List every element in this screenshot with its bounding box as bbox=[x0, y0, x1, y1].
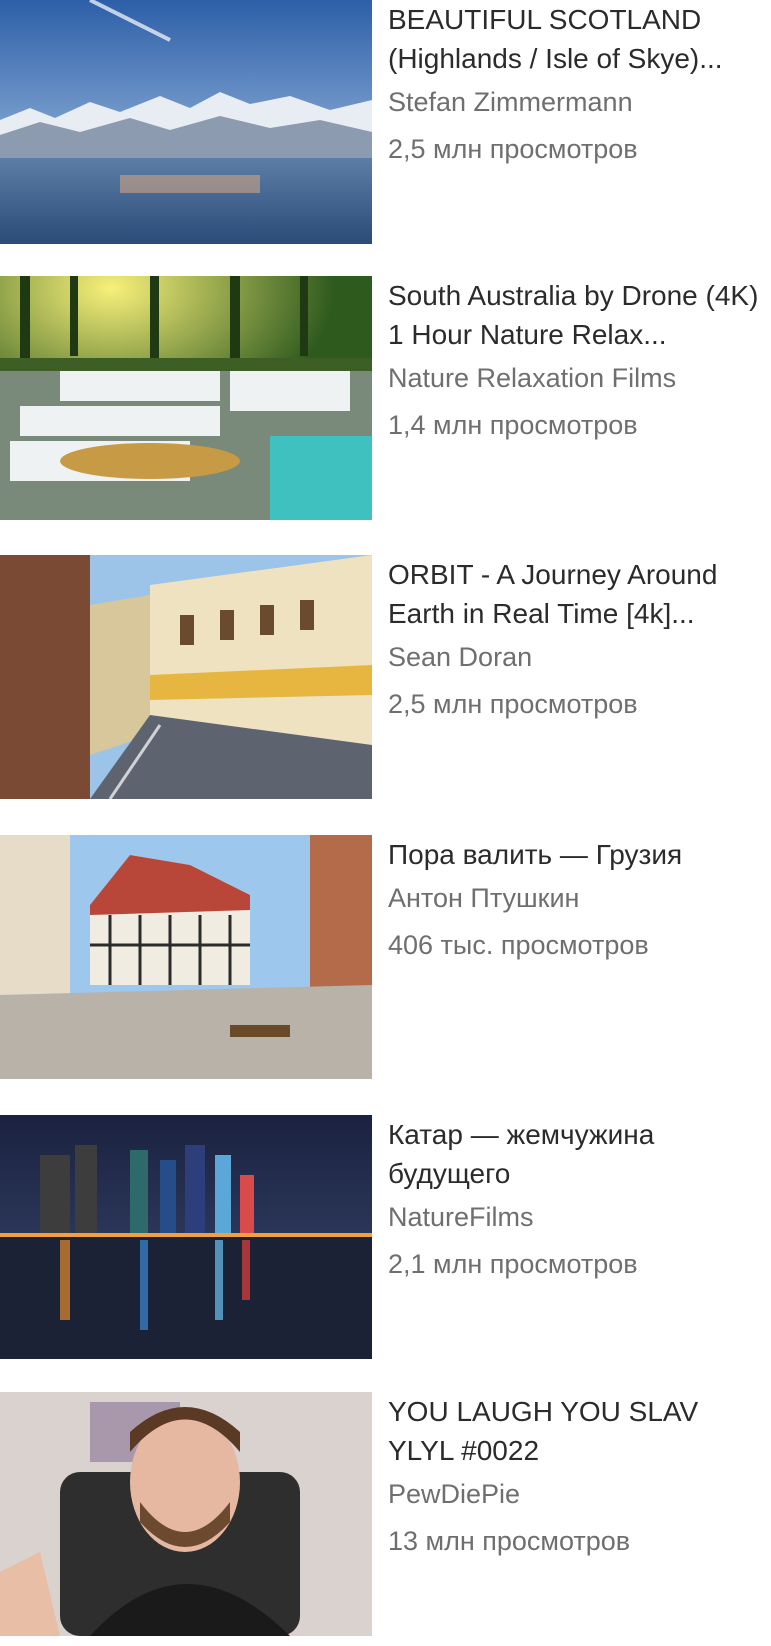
video-meta: ORBIT - A Journey Around Earth in Real T… bbox=[388, 555, 765, 721]
view-count: 13 млн просмотров bbox=[388, 1526, 631, 1556]
video-item[interactable]: ORBIT - A Journey Around Earth in Real T… bbox=[0, 555, 771, 805]
video-meta: Пора валить — Грузия Антон Птушкин 406 т… bbox=[388, 835, 765, 962]
video-item[interactable]: Катар — жемчужина будущего NatureFilms 2… bbox=[0, 1115, 771, 1365]
view-count: 2,1 млн просмотров bbox=[388, 1249, 638, 1279]
channel-name[interactable]: Sean Doran bbox=[388, 640, 765, 674]
video-item[interactable]: YOU LAUGH YOU SLAV YLYL #0022 PewDiePie … bbox=[0, 1392, 771, 1642]
video-thumbnail[interactable] bbox=[0, 555, 372, 799]
video-title[interactable]: ORBIT - A Journey Around Earth in Real T… bbox=[388, 555, 765, 633]
video-meta: South Australia by Drone (4K) 1 Hour Nat… bbox=[388, 276, 765, 442]
video-meta: BEAUTIFUL SCOTLAND (Highlands / Isle of … bbox=[388, 0, 765, 166]
video-meta: Катар — жемчужина будущего NatureFilms 2… bbox=[388, 1115, 765, 1281]
channel-name[interactable]: NatureFilms bbox=[388, 1200, 765, 1234]
video-meta: YOU LAUGH YOU SLAV YLYL #0022 PewDiePie … bbox=[388, 1392, 765, 1558]
waterfall-thumbnail-icon bbox=[0, 276, 372, 520]
video-title[interactable]: YOU LAUGH YOU SLAV YLYL #0022 bbox=[388, 1392, 765, 1470]
video-thumbnail[interactable] bbox=[0, 1115, 372, 1359]
video-title[interactable]: Катар — жемчужина будущего bbox=[388, 1115, 765, 1193]
video-thumbnail[interactable] bbox=[0, 0, 372, 244]
video-title[interactable]: Пора валить — Грузия bbox=[388, 835, 765, 874]
video-list: BEAUTIFUL SCOTLAND (Highlands / Isle of … bbox=[0, 0, 771, 1646]
night-skyline-thumbnail-icon bbox=[0, 1115, 372, 1359]
video-item[interactable]: Пора валить — Грузия Антон Птушкин 406 т… bbox=[0, 835, 771, 1085]
tudor-square-thumbnail-icon bbox=[0, 835, 372, 1079]
channel-name[interactable]: Stefan Zimmermann bbox=[388, 85, 765, 119]
channel-name[interactable]: Антон Птушкин bbox=[388, 881, 765, 915]
video-item[interactable]: South Australia by Drone (4K) 1 Hour Nat… bbox=[0, 276, 771, 526]
video-thumbnail[interactable] bbox=[0, 835, 372, 1079]
view-count: 406 тыс. просмотров bbox=[388, 930, 649, 960]
video-thumbnail[interactable] bbox=[0, 1392, 372, 1636]
video-title[interactable]: BEAUTIFUL SCOTLAND (Highlands / Isle of … bbox=[388, 0, 765, 78]
man-waving-thumbnail-icon bbox=[0, 1392, 372, 1636]
old-town-street-thumbnail-icon bbox=[0, 555, 372, 799]
video-thumbnail[interactable] bbox=[0, 276, 372, 520]
view-count: 2,5 млн просмотров bbox=[388, 134, 638, 164]
channel-name[interactable]: PewDiePie bbox=[388, 1477, 765, 1511]
video-item[interactable]: BEAUTIFUL SCOTLAND (Highlands / Isle of … bbox=[0, 0, 771, 250]
view-count: 2,5 млн просмотров bbox=[388, 689, 638, 719]
mountain-lake-thumbnail-icon bbox=[0, 0, 372, 244]
video-title[interactable]: South Australia by Drone (4K) 1 Hour Nat… bbox=[388, 276, 765, 354]
channel-name[interactable]: Nature Relaxation Films bbox=[388, 361, 765, 395]
view-count: 1,4 млн просмотров bbox=[388, 410, 638, 440]
